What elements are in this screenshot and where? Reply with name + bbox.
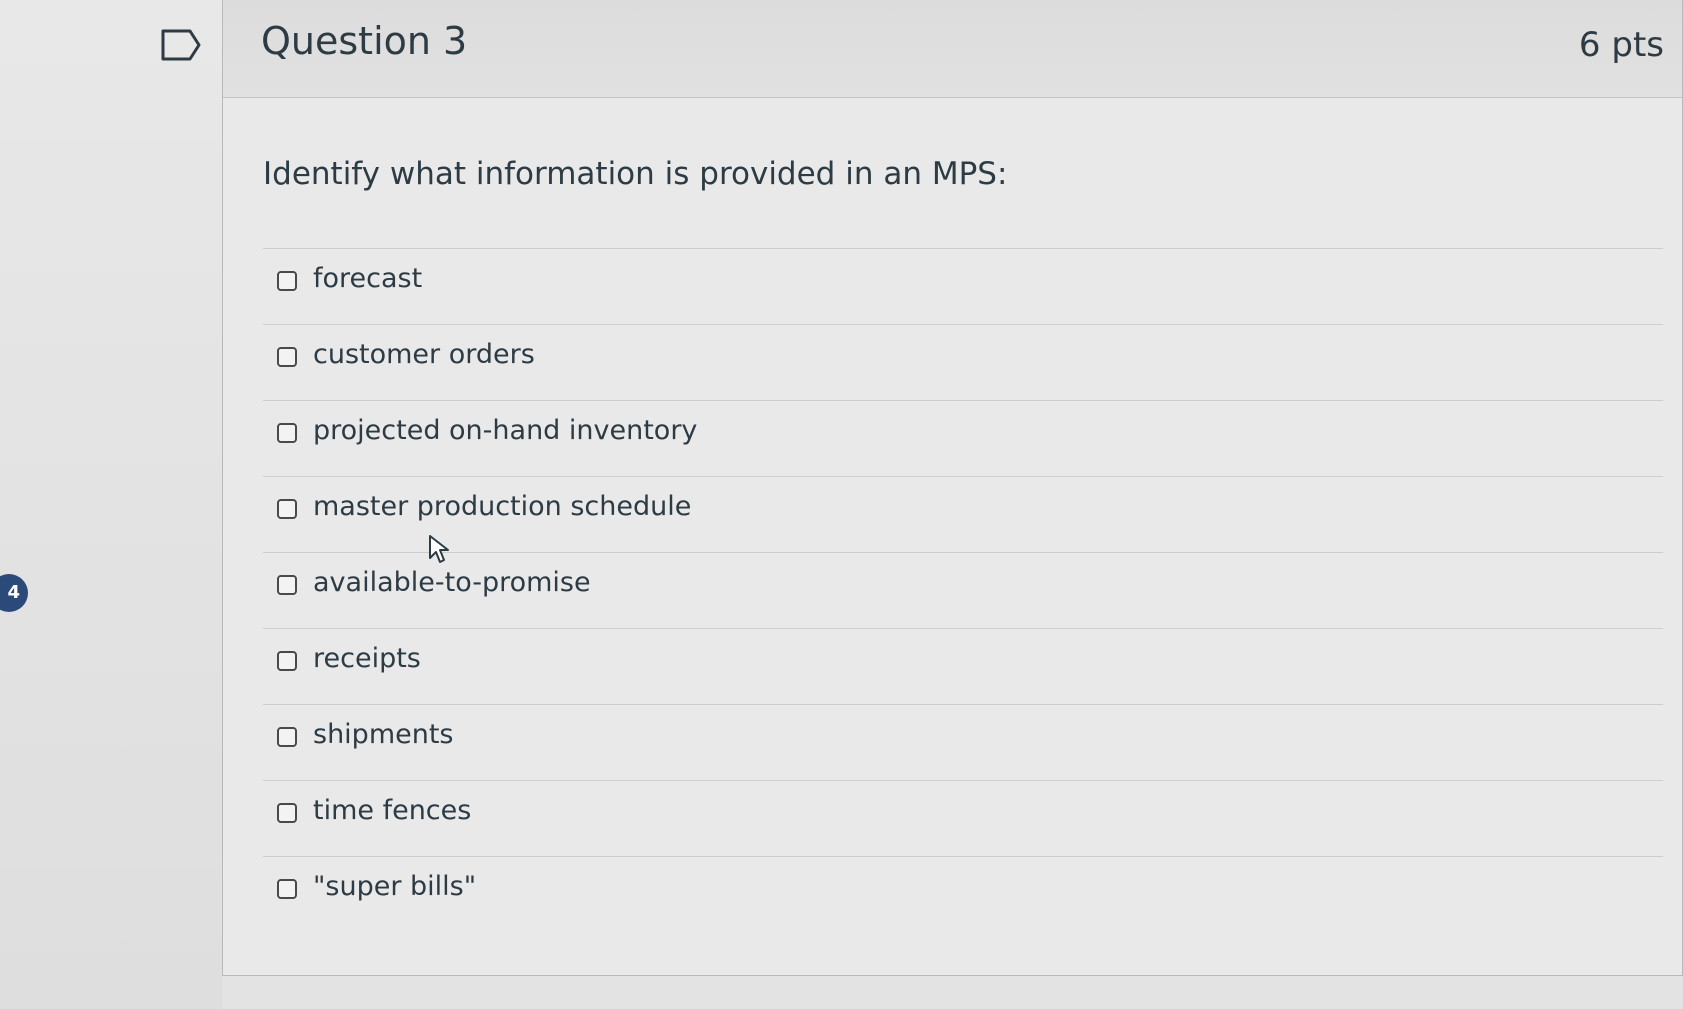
answer-label[interactable]: projected on-hand inventory (313, 415, 697, 446)
answer-label[interactable]: customer orders (313, 339, 535, 370)
answer-option[interactable]: available-to-promise (263, 552, 1663, 628)
checkbox[interactable] (277, 499, 297, 519)
question-points: 6 pts (1578, 25, 1664, 65)
checkbox[interactable] (277, 727, 297, 747)
checkbox[interactable] (277, 271, 297, 291)
answer-label[interactable]: time fences (313, 795, 471, 826)
flag-question-icon[interactable] (160, 28, 202, 62)
checkbox[interactable] (277, 803, 297, 823)
checkbox[interactable] (277, 651, 297, 671)
answer-list: forecast customer orders projected on-ha… (263, 248, 1663, 932)
answer-option[interactable]: forecast (263, 248, 1663, 324)
answer-option[interactable]: master production schedule (263, 476, 1663, 552)
answer-label[interactable]: receipts (313, 643, 421, 674)
answer-label[interactable]: "super bills" (313, 871, 476, 902)
mouse-pointer-icon (429, 535, 449, 563)
answer-label[interactable]: available-to-promise (313, 567, 591, 598)
answer-option[interactable]: "super bills" (263, 856, 1663, 932)
question-header: Question 3 6 pts (223, 0, 1682, 98)
answer-option[interactable]: shipments (263, 704, 1663, 780)
left-gutter (0, 0, 222, 1009)
answer-label[interactable]: shipments (313, 719, 454, 750)
question-title: Question 3 (261, 19, 468, 63)
answer-option[interactable]: customer orders (263, 324, 1663, 400)
question-prompt: Identify what information is provided in… (263, 156, 1008, 192)
answer-option[interactable]: projected on-hand inventory (263, 400, 1663, 476)
answer-label[interactable]: master production schedule (313, 491, 691, 522)
checkbox[interactable] (277, 347, 297, 367)
checkbox[interactable] (277, 423, 297, 443)
checkbox[interactable] (277, 879, 297, 899)
answer-label[interactable]: forecast (313, 263, 422, 294)
answer-option[interactable]: receipts (263, 628, 1663, 704)
checkbox[interactable] (277, 575, 297, 595)
answer-option[interactable]: time fences (263, 780, 1663, 856)
